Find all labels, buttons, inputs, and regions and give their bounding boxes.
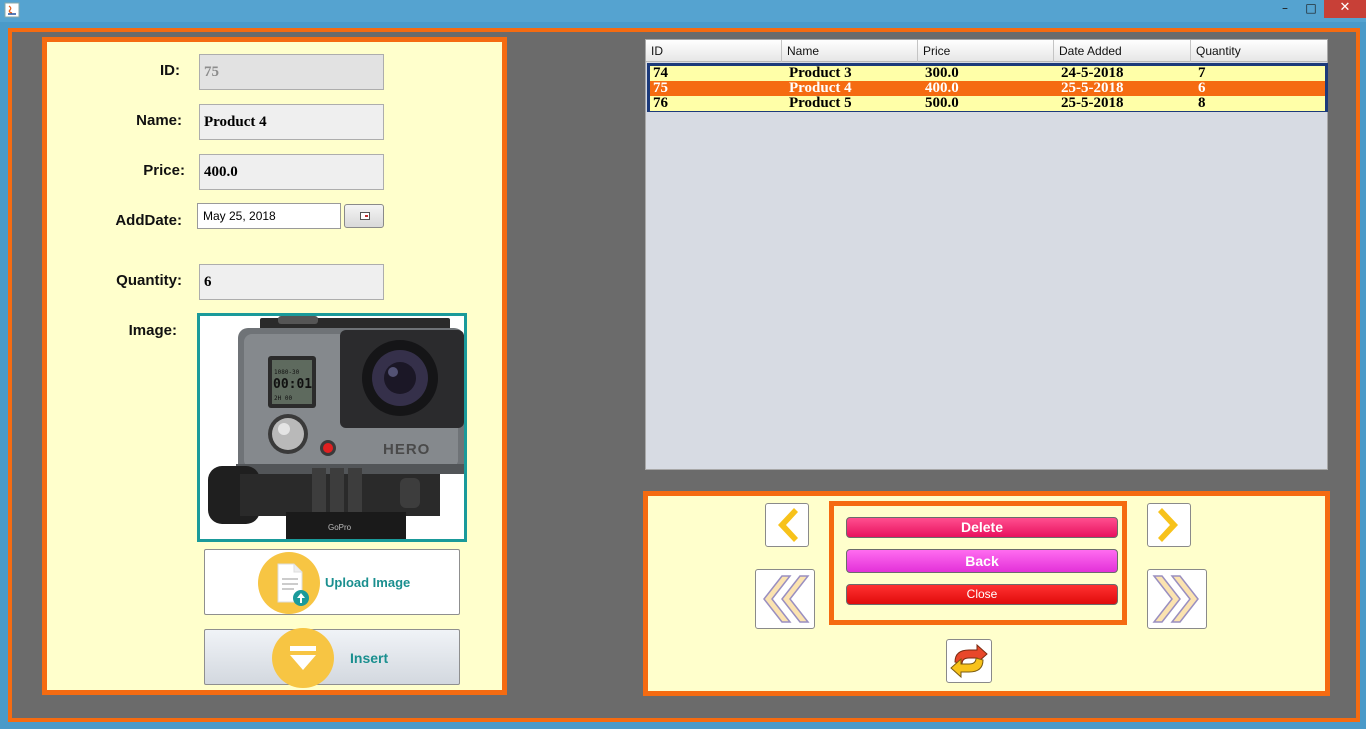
column-header-quantity[interactable]: Quantity xyxy=(1191,40,1327,62)
insert-button[interactable]: Insert xyxy=(204,628,460,688)
cell-price: 500.0 xyxy=(925,95,959,111)
lcd-bottom-text: 2H 00 xyxy=(274,395,292,402)
calendar-icon xyxy=(360,212,370,220)
id-label: ID: xyxy=(160,62,180,79)
price-label: Price: xyxy=(143,162,185,179)
upload-icon xyxy=(258,552,320,614)
adddate-field[interactable]: May 25, 2018 xyxy=(197,203,341,229)
column-header-id[interactable]: ID xyxy=(646,40,782,62)
close-button[interactable]: Close xyxy=(846,584,1118,605)
minimize-button[interactable]: – xyxy=(1272,0,1298,18)
mount-text: GoPro xyxy=(328,523,352,532)
cell-name: Product 5 xyxy=(789,95,852,111)
brand-text: HERO xyxy=(383,441,430,458)
date-picker-button[interactable] xyxy=(344,204,384,228)
lcd-main-text: 00:01 xyxy=(273,377,312,392)
chevron-right-icon xyxy=(1158,508,1178,542)
id-field: 75 xyxy=(199,54,384,90)
java-app-icon xyxy=(4,2,20,18)
name-label: Name: xyxy=(136,112,182,129)
previous-button[interactable] xyxy=(765,503,809,547)
products-table[interactable]: ID Name Price Date Added Quantity 74 Pro… xyxy=(645,39,1328,470)
gopro-camera-image: 1080-30 00:01 2H 00 HERO GoPro xyxy=(200,316,464,539)
cell-date: 25-5-2018 xyxy=(1061,95,1124,111)
first-button[interactable] xyxy=(755,569,815,629)
insert-label: Insert xyxy=(350,650,389,666)
quantity-field[interactable]: 6 xyxy=(199,264,384,300)
window-title-bar: – □ ✕ xyxy=(0,0,1366,22)
price-field[interactable]: 400.0 xyxy=(199,154,384,190)
adddate-label: AddDate: xyxy=(115,212,182,229)
column-header-date-added[interactable]: Date Added xyxy=(1054,40,1191,62)
refresh-icon xyxy=(950,643,988,679)
action-buttons-box: Delete Back Close xyxy=(829,501,1127,625)
quantity-label: Quantity: xyxy=(116,272,182,289)
last-button[interactable] xyxy=(1147,569,1207,629)
column-header-name[interactable]: Name xyxy=(782,40,918,62)
refresh-button[interactable] xyxy=(946,639,992,683)
table-row[interactable]: 76 Product 5 500.0 25-5-2018 8 xyxy=(650,95,1325,111)
image-label: Image: xyxy=(128,322,177,339)
upload-image-label: Upload Image xyxy=(325,575,411,590)
table-row[interactable]: 74 Product 3 300.0 24-5-2018 7 xyxy=(650,65,1325,81)
cell-id: 76 xyxy=(653,95,668,111)
column-header-price[interactable]: Price xyxy=(918,40,1054,62)
delete-button[interactable]: Delete xyxy=(846,517,1118,538)
name-field[interactable]: Product 4 xyxy=(199,104,384,140)
lcd-top-text: 1080-30 xyxy=(274,369,300,376)
table-body: 74 Product 3 300.0 24-5-2018 7 75 Produc… xyxy=(647,63,1328,112)
insert-icon xyxy=(272,628,334,688)
upload-image-button[interactable]: Upload Image xyxy=(204,549,460,615)
double-chevron-right-icon xyxy=(1152,575,1199,623)
cell-quantity: 8 xyxy=(1198,95,1206,111)
chevron-left-icon xyxy=(778,508,798,542)
double-chevron-left-icon xyxy=(763,575,810,623)
next-button[interactable] xyxy=(1147,503,1191,547)
maximize-button[interactable]: □ xyxy=(1298,0,1324,18)
table-header: ID Name Price Date Added Quantity xyxy=(646,40,1327,62)
table-row-selected[interactable]: 75 Product 4 400.0 25-5-2018 6 xyxy=(650,80,1325,96)
product-image-box: 1080-30 00:01 2H 00 HERO GoPro xyxy=(197,313,467,542)
back-button[interactable]: Back xyxy=(846,549,1118,573)
product-form-panel: ID: 75 Name: Product 4 Price: 400.0 AddD… xyxy=(42,37,507,695)
close-window-button[interactable]: ✕ xyxy=(1324,0,1366,18)
